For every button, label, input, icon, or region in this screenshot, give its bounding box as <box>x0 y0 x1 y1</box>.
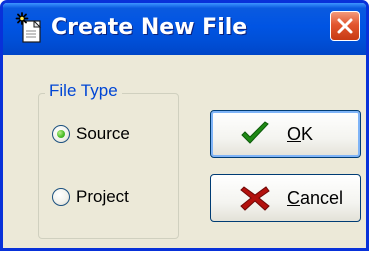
cancel-button-label: Cancel <box>287 188 344 208</box>
radio-source-label[interactable]: Source <box>76 124 130 144</box>
close-button[interactable] <box>330 11 360 41</box>
ok-button-label: OK <box>287 124 314 144</box>
green-checkmark-icon <box>241 121 269 144</box>
create-new-file-dialog: Create New File File Type Source Project… <box>0 0 369 251</box>
title-bar[interactable]: Create New File <box>3 3 366 55</box>
window-title: Create New File <box>51 15 248 40</box>
radio-project[interactable]: Project <box>52 186 182 210</box>
radio-indicator-selected[interactable] <box>52 125 70 143</box>
dialog-body: File Type Source Project OK Cancel <box>3 55 366 248</box>
file-type-legend: File Type <box>45 81 122 101</box>
new-file-sparkle-icon <box>15 12 42 43</box>
file-type-group <box>38 93 179 239</box>
red-x-icon <box>240 186 270 211</box>
close-x-icon <box>337 18 353 34</box>
ok-button[interactable]: OK <box>210 110 361 158</box>
radio-project-label[interactable]: Project <box>76 187 129 207</box>
radio-dot-icon <box>57 130 65 138</box>
radio-source[interactable]: Source <box>52 123 182 147</box>
cancel-button[interactable]: Cancel <box>210 174 361 222</box>
radio-indicator[interactable] <box>52 188 70 206</box>
